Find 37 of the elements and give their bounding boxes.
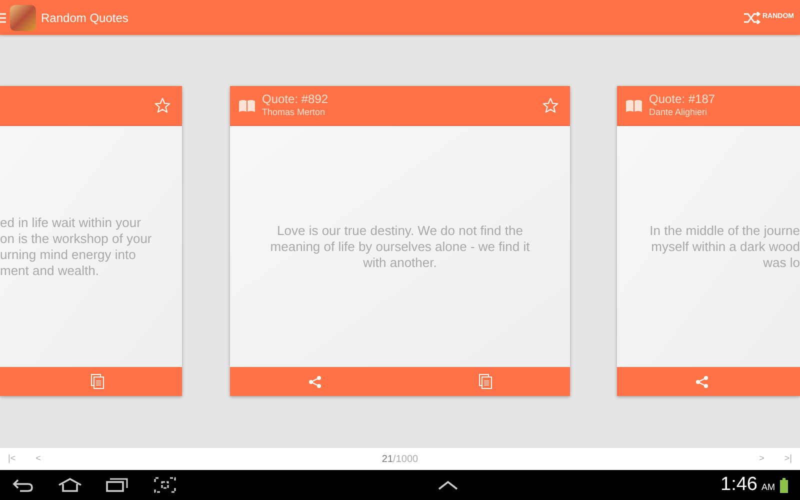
quote-text: ed in life wait within your [0,214,141,230]
star-icon[interactable] [542,97,559,114]
quote-author: Dante Alighieri [649,107,708,119]
menu-icon[interactable] [0,12,6,22]
app-logo-icon[interactable] [10,4,36,30]
share-icon[interactable] [308,374,322,388]
quote-text: Love is our true destiny. We do not find the meaning of life by ourselves alone - we find it with another. [269,222,531,270]
quote-text: urning mind energy into [0,246,136,262]
next-page-button[interactable]: > [759,452,764,466]
quote-text: In the middle of the journe [650,222,800,238]
battery-icon [780,478,788,492]
quote-text: myself within a dark wood [651,238,800,254]
quote-text: ment and wealth. [0,262,100,278]
quote-text: was lo [763,254,800,270]
page-counter: 21/1000 [382,452,418,466]
clock-meridiem: AM [762,481,775,494]
quote-text: on is the workshop of your [0,230,152,246]
book-icon [238,98,256,112]
app-title: Random Quotes [41,10,128,26]
share-icon[interactable] [695,374,709,388]
screenshot-icon[interactable] [154,477,176,493]
copy-icon[interactable] [478,374,492,389]
first-page-button[interactable]: |< [8,452,16,466]
last-page-button[interactable]: >| [784,452,792,466]
clock-time: 1:46 [720,472,758,497]
quote-number: Quote: #892 [262,92,330,108]
copy-icon[interactable] [90,374,104,389]
book-icon [625,98,643,112]
home-icon[interactable] [58,478,82,492]
previous-page-button[interactable]: < [36,452,41,466]
recent-apps-icon[interactable] [106,478,128,492]
chevron-up-icon[interactable] [438,480,458,490]
back-icon[interactable] [12,478,34,492]
quote-author: Thomas Merton [262,107,326,119]
star-icon[interactable] [154,97,171,114]
quote-number: Quote: #187 [649,92,716,108]
shuffle-icon [742,12,760,24]
